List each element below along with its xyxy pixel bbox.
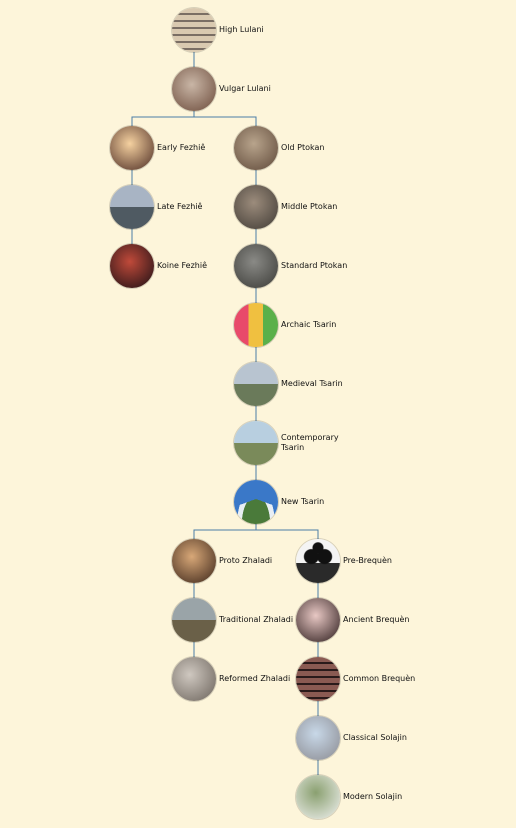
node-label: Koine Fezhiê [157,261,207,270]
forest-water-icon [234,185,278,229]
node-label: Late Fezhiê [157,202,203,211]
node-label: Early Fezhiê [157,143,206,152]
volcano-icon [234,480,278,524]
color-grid-icon [234,303,278,347]
connector-new-tsarin-pre-brequen [255,524,319,539]
tree-node-high-lulani[interactable]: High Lulani [172,8,372,52]
tree-node-modern-solajin[interactable]: Modern Solajin [296,775,496,819]
tree-node-vulgar-lulani[interactable]: Vulgar Lulani [172,67,372,111]
tree-node-pre-brequen[interactable]: Pre-Brequèn [296,539,496,583]
portrait-icon [172,539,216,583]
node-label: Ancient Brequèn [343,615,410,624]
tower-block-icon [296,716,340,760]
mountain-lake-icon [110,185,154,229]
shelves-icon [234,126,278,170]
tree-node-contemporary-tsarin[interactable]: Contemporary Tsarin [234,421,434,465]
white-bird-icon [296,775,340,819]
moon-icon [172,657,216,701]
node-label: Proto Zhaladi [219,556,273,565]
node-label: Traditional Zhaladi [219,615,294,624]
tree-node-common-brequen[interactable]: Common Brequèn [296,657,496,701]
node-label: Archaic Tsarin [281,320,337,329]
node-label: Standard Ptokan [281,261,348,270]
node-label: Reformed Zhaladi [219,674,291,683]
node-label: Pre-Brequèn [343,556,392,565]
node-label: Medieval Tsarin [281,379,343,388]
tree-node-ancient-brequen[interactable]: Ancient Brequèn [296,598,496,642]
node-label: High Lulani [219,25,264,34]
connector-vulgar-lulani-early-fezhie [131,111,195,126]
tree-branches-icon [234,244,278,288]
aerial-field-icon [172,598,216,642]
tree-node-standard-ptokan[interactable]: Standard Ptokan [234,244,434,288]
node-label: Contemporary Tsarin [281,433,339,452]
night-street-icon [110,244,154,288]
node-label: Common Brequèn [343,674,416,683]
tree-connectors [131,52,319,775]
language-family-tree: High Lulani Vulgar Lulani Early Fezhiê Late… [0,0,516,828]
candle-light-icon [110,126,154,170]
node-label: Middle Ptokan [281,202,338,211]
node-label: Vulgar Lulani [219,84,271,93]
connector-new-tsarin-proto-zhaladi [193,524,257,539]
panda-icon [296,539,340,583]
node-label: Modern Solajin [343,792,403,801]
stacked-stones-icon [172,8,216,52]
node-label: Old Ptokan [281,143,325,152]
tree-node-new-tsarin[interactable]: New Tsarin [234,480,434,524]
node-label: Classical Solajin [343,733,407,742]
connector-vulgar-lulani-old-ptokan [193,111,257,126]
tree-node-medieval-tsarin[interactable]: Medieval Tsarin [234,362,434,406]
stacked-coins-icon [296,657,340,701]
meadow-trees-icon [234,421,278,465]
shell-icon [172,67,216,111]
tree-node-old-ptokan[interactable]: Old Ptokan [234,126,434,170]
road-field-icon [234,362,278,406]
tree-node-middle-ptokan[interactable]: Middle Ptokan [234,185,434,229]
node-label: New Tsarin [281,497,325,506]
tree-node-classical-solajin[interactable]: Classical Solajin [296,716,496,760]
pink-plate-icon [296,598,340,642]
tree-node-archaic-tsarin[interactable]: Archaic Tsarin [234,303,434,347]
